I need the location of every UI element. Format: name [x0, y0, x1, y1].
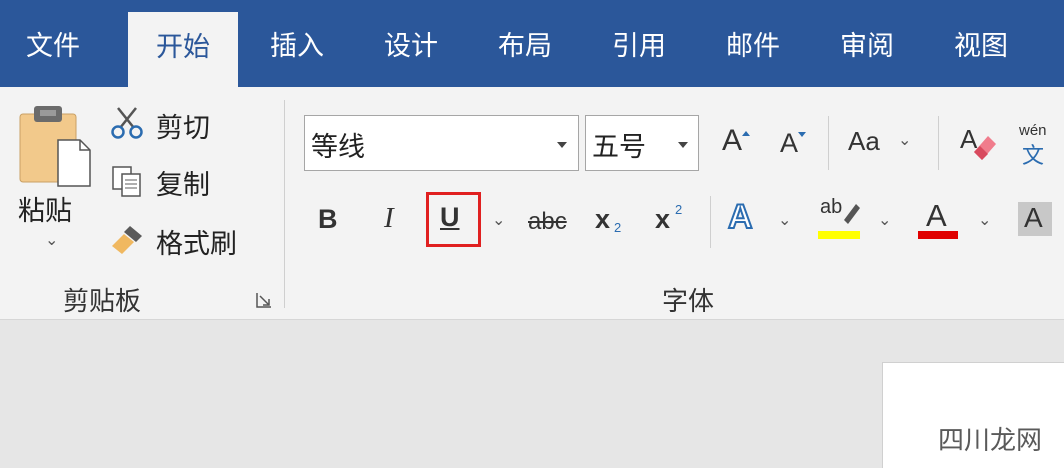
- tab-references[interactable]: 引用: [592, 0, 686, 87]
- font-color-dropdown-icon[interactable]: ⌄: [978, 210, 991, 229]
- cut-label[interactable]: 剪切: [156, 106, 210, 145]
- copy-icon[interactable]: [110, 164, 144, 198]
- underline-button[interactable]: U: [440, 202, 460, 233]
- toolbar-separator: [938, 116, 939, 170]
- paste-icon[interactable]: [16, 104, 94, 188]
- grow-font-button[interactable]: A: [722, 124, 742, 158]
- ribbon-tab-bar: 文件 开始 插入 设计 布局 引用 邮件 审阅 视图: [0, 0, 1064, 87]
- tab-home[interactable]: 开始: [128, 12, 238, 87]
- subscript-index: 2: [614, 220, 622, 235]
- group-separator: [284, 100, 285, 308]
- text-effects-button[interactable]: A: [727, 197, 754, 237]
- copy-label[interactable]: 复制: [156, 163, 210, 202]
- font-name-dropdown-icon[interactable]: [557, 142, 567, 148]
- highlight-dropdown-icon[interactable]: ⌄: [878, 210, 891, 229]
- font-color-button[interactable]: A: [926, 198, 947, 234]
- clipboard-group-label: 剪贴板: [63, 287, 142, 317]
- superscript-button[interactable]: x: [655, 204, 670, 235]
- paste-dropdown-chevron-icon[interactable]: ⌄: [45, 230, 58, 249]
- tab-design[interactable]: 设计: [364, 0, 458, 87]
- highlight-color-bar: [818, 231, 860, 239]
- shrink-arrow-icon: [797, 124, 807, 137]
- format-painter-icon[interactable]: [110, 222, 146, 258]
- toolbar-separator: [710, 196, 711, 248]
- subscript-button[interactable]: x: [595, 204, 610, 235]
- font-color-bar: [918, 231, 958, 239]
- scissors-icon[interactable]: [110, 106, 144, 140]
- underline-dropdown-icon[interactable]: ⌄: [492, 210, 505, 229]
- italic-button[interactable]: I: [384, 202, 394, 235]
- change-case-dropdown-icon[interactable]: ⌄: [898, 130, 911, 149]
- font-size-value: 五号: [592, 132, 646, 163]
- format-painter-label[interactable]: 格式刷: [156, 222, 237, 261]
- font-size-dropdown-icon[interactable]: [678, 142, 688, 148]
- strikethrough-button[interactable]: abc: [528, 208, 567, 236]
- tab-review[interactable]: 审阅: [820, 0, 914, 87]
- clear-formatting-icon[interactable]: A: [958, 120, 998, 164]
- change-case-button[interactable]: Aa: [848, 126, 880, 157]
- dialog-launcher-icon[interactable]: [255, 291, 273, 309]
- tab-mailings[interactable]: 邮件: [706, 0, 800, 87]
- toolbar-separator: [828, 116, 829, 170]
- tab-file[interactable]: 文件: [6, 0, 100, 87]
- superscript-index: 2: [675, 202, 683, 217]
- grow-arrow-icon: [741, 122, 751, 136]
- character-shading-button[interactable]: A: [1024, 202, 1043, 234]
- phonetic-guide-top[interactable]: wén: [1019, 122, 1047, 139]
- tab-view[interactable]: 视图: [934, 0, 1028, 87]
- highlighter-pen-icon: [838, 200, 862, 226]
- phonetic-guide-bottom[interactable]: 文: [1022, 138, 1044, 170]
- font-group-label: 字体: [662, 287, 715, 317]
- font-name-value: 等线: [311, 132, 365, 163]
- text-effects-dropdown-icon[interactable]: ⌄: [778, 210, 791, 229]
- svg-text:A: A: [960, 124, 978, 154]
- tab-insert[interactable]: 插入: [250, 0, 344, 87]
- watermark: 四川龙网: [938, 426, 1043, 456]
- shrink-font-button[interactable]: A: [780, 128, 798, 159]
- paste-label[interactable]: 粘贴: [18, 189, 72, 228]
- bold-button[interactable]: B: [318, 204, 338, 235]
- font-size-combobox[interactable]: 五号: [585, 115, 699, 171]
- font-name-combobox[interactable]: 等线: [304, 115, 579, 171]
- tab-layout[interactable]: 布局: [478, 0, 572, 87]
